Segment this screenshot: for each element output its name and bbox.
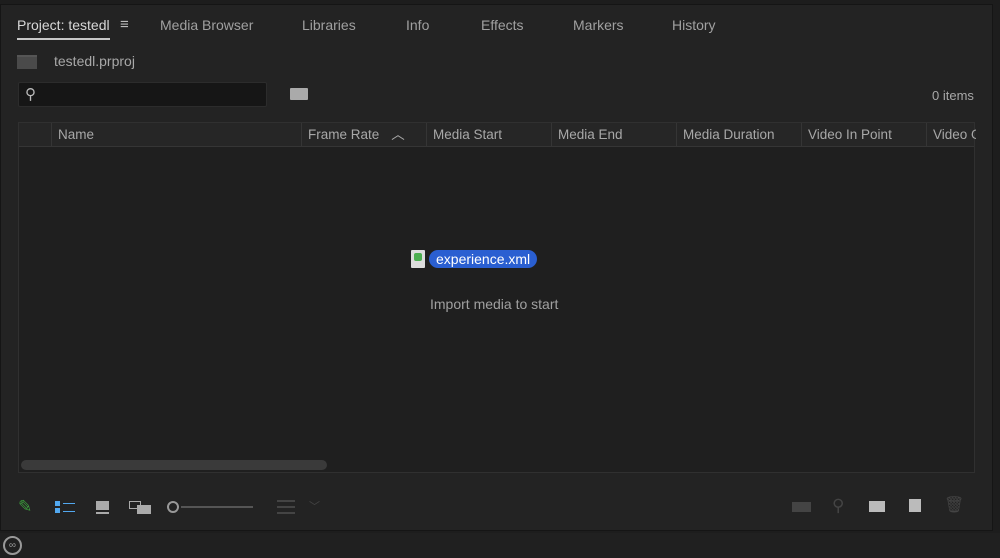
- icon-view-icon[interactable]: [96, 501, 109, 514]
- find-bin-icon[interactable]: [290, 88, 308, 100]
- sort-ascending-icon: ︿: [391, 127, 405, 142]
- list-view-icon[interactable]: [55, 501, 75, 513]
- new-bin-icon[interactable]: [869, 501, 885, 512]
- xml-file-icon: [411, 250, 425, 268]
- tab-markers[interactable]: Markers: [573, 17, 624, 33]
- parent-folder-icon[interactable]: [17, 55, 37, 69]
- find-icon[interactable]: ⚲: [832, 496, 844, 516]
- tab-effects[interactable]: Effects: [481, 17, 524, 33]
- panel-menu-icon[interactable]: ≡: [120, 16, 129, 33]
- tab-libraries[interactable]: Libraries: [302, 17, 356, 33]
- column-name[interactable]: Name: [51, 123, 301, 147]
- empty-message: Import media to start: [430, 296, 559, 312]
- trash-icon[interactable]: 🗑: [944, 495, 964, 515]
- pencil-icon[interactable]: ✎: [18, 497, 32, 517]
- tab-history[interactable]: History: [672, 17, 716, 33]
- column-media-start[interactable]: Media Start: [426, 123, 551, 147]
- tab-media-browser[interactable]: Media Browser: [160, 17, 253, 33]
- column-video-in-point[interactable]: Video In Point: [801, 123, 926, 147]
- dragged-file[interactable]: experience.xml: [411, 250, 538, 268]
- sort-icons-icon[interactable]: [277, 500, 295, 514]
- status-bar: ∞: [0, 533, 1000, 558]
- item-count: 0 items: [932, 88, 974, 103]
- automate-to-sequence-icon[interactable]: [792, 502, 811, 512]
- new-item-icon[interactable]: [909, 499, 921, 512]
- column-media-end[interactable]: Media End: [551, 123, 676, 147]
- chevron-down-icon[interactable]: ﹀: [309, 498, 320, 514]
- search-input[interactable]: ⚲: [18, 82, 267, 107]
- column-frame-rate[interactable]: Frame Rate ︿: [301, 123, 426, 147]
- column-headers: Name Frame Rate ︿ Media Start Media End M…: [19, 123, 976, 147]
- column-media-duration[interactable]: Media Duration: [676, 123, 801, 147]
- tab-info[interactable]: Info: [406, 17, 429, 33]
- creative-cloud-icon[interactable]: ∞: [3, 536, 22, 555]
- dragged-file-label: experience.xml: [429, 250, 538, 268]
- horizontal-scrollbar[interactable]: [21, 460, 327, 470]
- search-icon: ⚲: [25, 86, 36, 103]
- column-video-out-point[interactable]: Video Out Point: [926, 123, 976, 147]
- column-frame-rate-label: Frame Rate: [308, 127, 380, 142]
- project-filename: testedl.prproj: [54, 53, 135, 69]
- zoom-slider[interactable]: [167, 500, 253, 514]
- freeform-view-icon[interactable]: [129, 501, 151, 514]
- tab-project[interactable]: Project: testedl: [17, 17, 110, 40]
